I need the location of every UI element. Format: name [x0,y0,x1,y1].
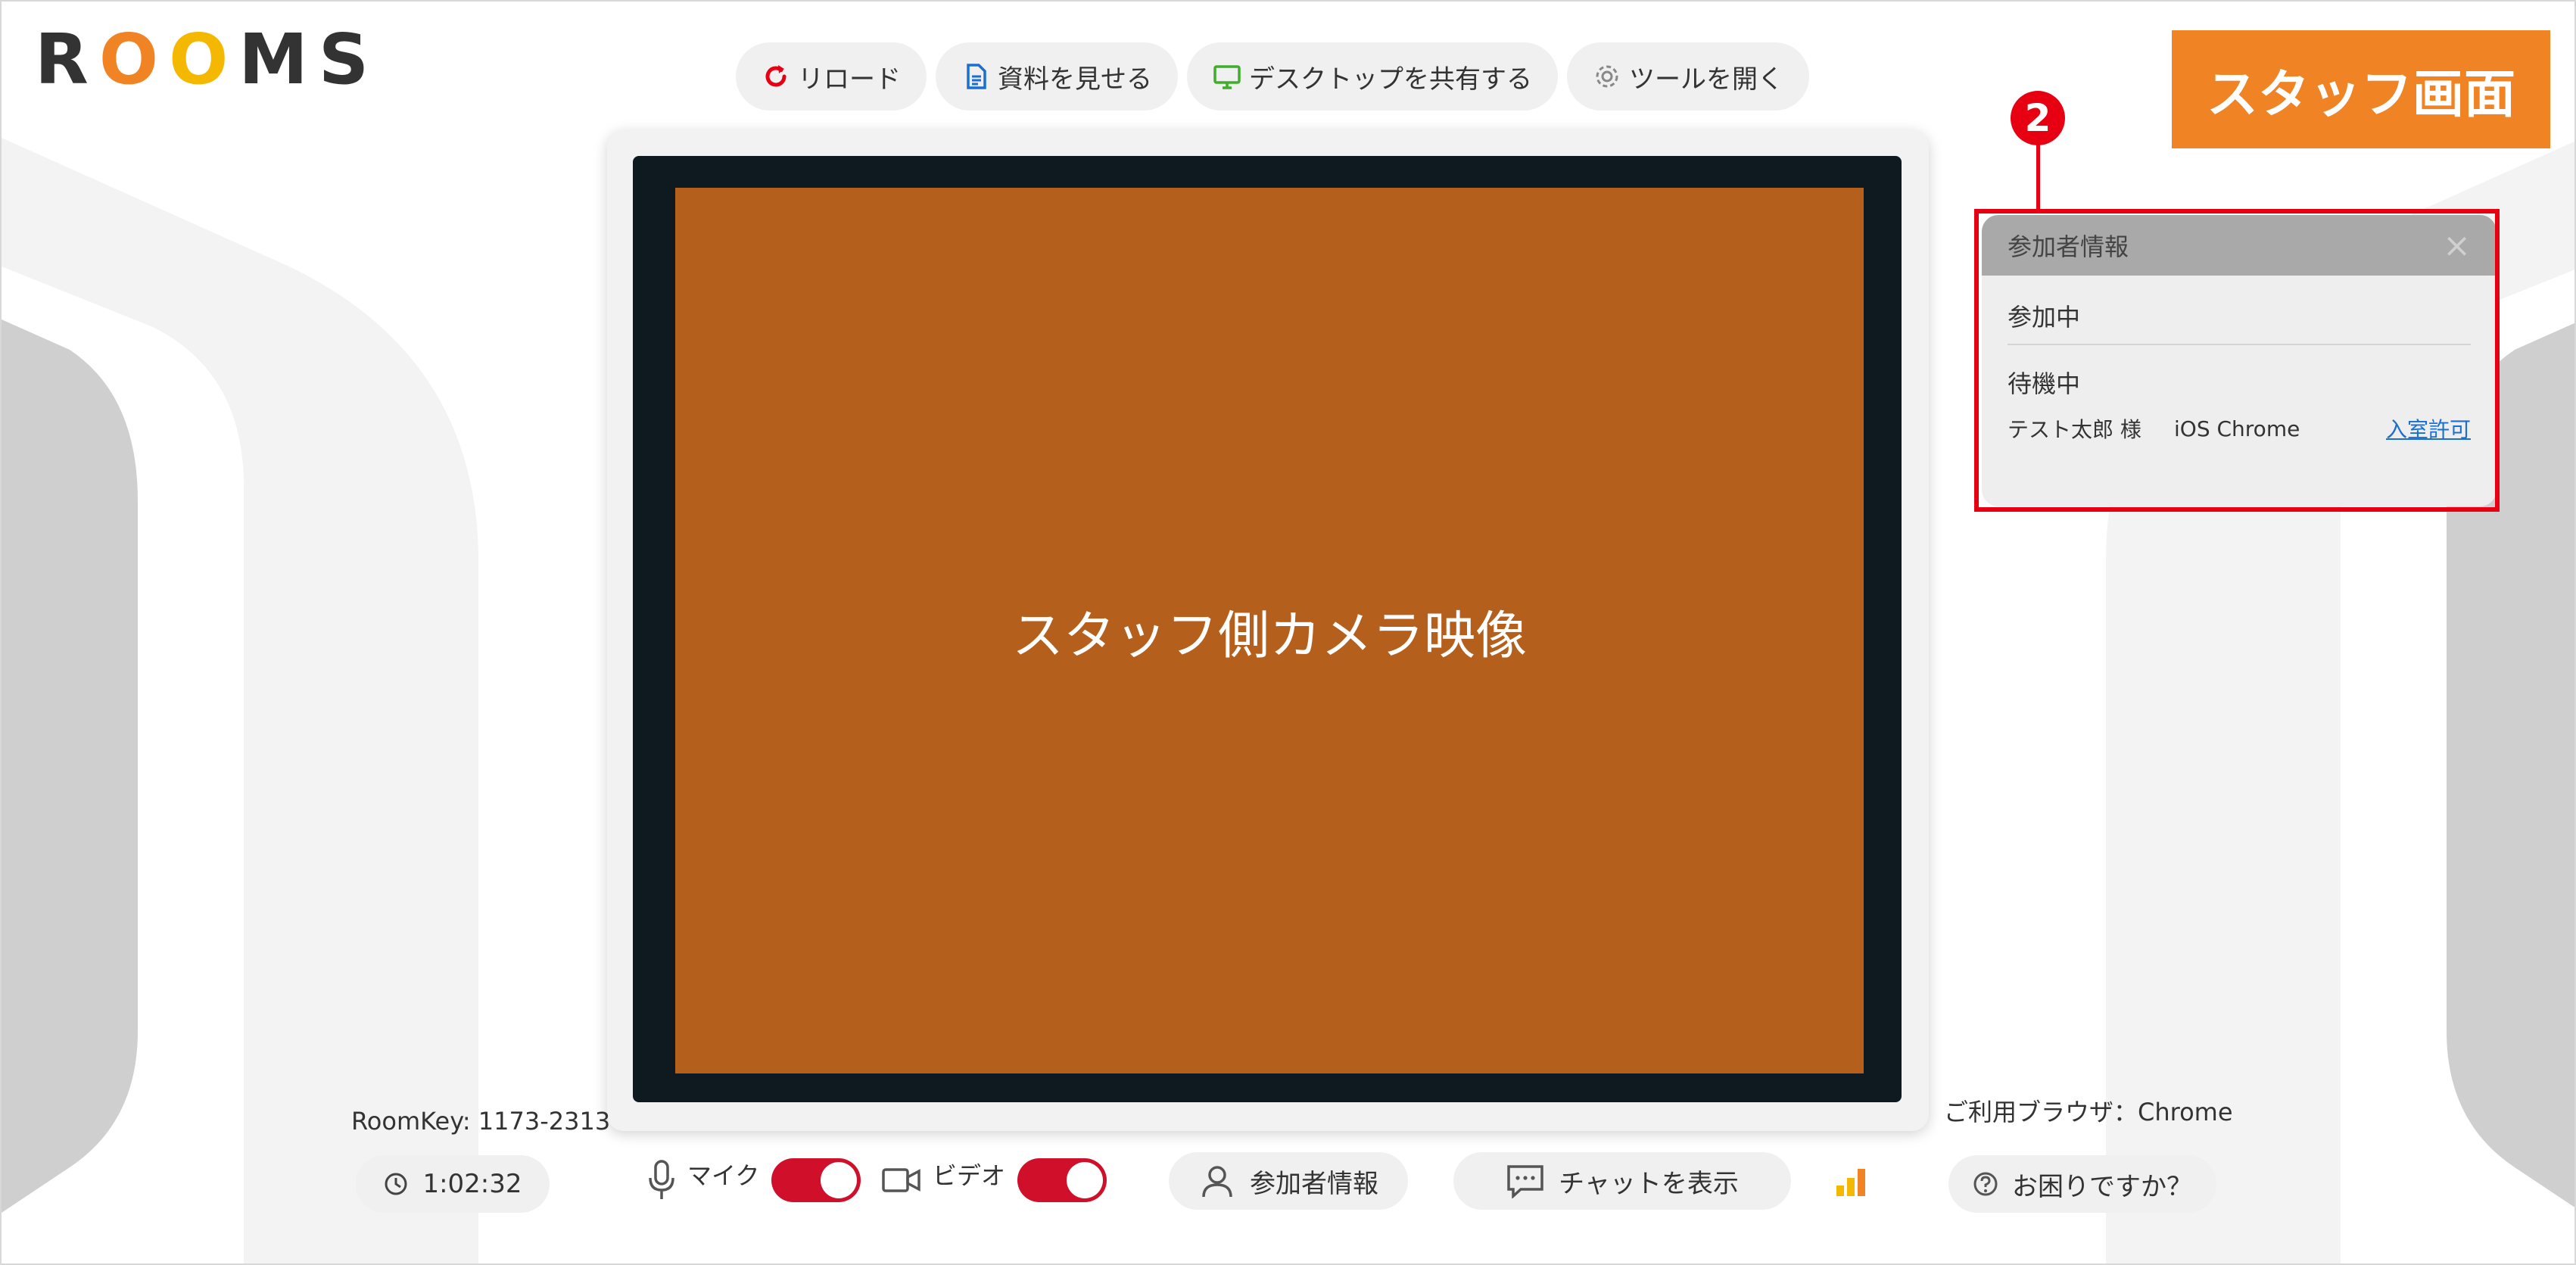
show-chat-button[interactable]: チャットを表示 [1453,1152,1791,1210]
annotation-highlight-box [1974,209,2500,512]
reload-icon [762,62,790,91]
show-chat-label: チャットを表示 [1559,1168,1739,1199]
microphone-icon [646,1160,677,1201]
signal-strength-icon [1835,1167,1867,1199]
mic-label: マイク [687,1161,760,1190]
chat-icon [1506,1164,1545,1198]
help-label: お困りですか？ [2012,1171,2192,1202]
logo-letter: O [169,19,235,100]
top-toolbar: リロード 資料を見せる デスクトップを共有する ツールを開く [736,42,1809,111]
logo-letter: M [238,19,314,100]
rooms-logo: R O O M S [35,19,375,100]
logo-letter: O [98,19,165,100]
staff-camera-video: スタッフ側カメラ映像 [675,188,1864,1073]
logo-letter: R [35,19,95,100]
person-icon [1198,1162,1236,1200]
monitor-icon [1213,62,1241,91]
video-toggle[interactable] [1017,1158,1107,1202]
gear-icon [1593,62,1621,91]
clock-icon [383,1171,409,1197]
document-icon [961,62,990,91]
bg-decoration-left [2,138,486,1263]
browser-info: ご利用ブラウザ：Chrome [1944,1098,2233,1126]
participants-button[interactable]: 参加者情報 [1169,1152,1408,1210]
app-window: R O O M S リロード 資料を見せる デスクトップを共有する ツールを開く… [0,0,2576,1265]
video-card: スタッフ側カメラ映像 [607,130,1929,1131]
mic-control: マイク [646,1158,861,1202]
elapsed-timer: 1:02:32 [356,1155,550,1213]
video-caption: スタッフ側カメラ映像 [1011,606,1527,666]
help-button[interactable]: お困りですか？ [1948,1155,2216,1213]
open-tools-button[interactable]: ツールを開く [1567,42,1809,111]
share-desktop-label: デスクトップを共有する [1249,64,1532,95]
reload-label: リロード [798,64,901,95]
timer-value: 1:02:32 [422,1169,522,1199]
share-desktop-button[interactable]: デスクトップを共有する [1187,42,1558,111]
participants-label: 参加者情報 [1250,1168,1378,1199]
annotation-line [2036,144,2040,212]
logo-letter: S [318,19,375,100]
mic-toggle[interactable] [771,1158,861,1202]
room-key: RoomKey: 1173-2313 [351,1107,611,1136]
video-label: ビデオ [933,1161,1006,1190]
staff-screen-label: スタッフ画面 [2172,30,2550,148]
reload-button[interactable]: リロード [736,42,927,111]
question-icon [1973,1171,1998,1197]
show-document-label: 資料を見せる [998,64,1152,95]
show-document-button[interactable]: 資料を見せる [936,42,1178,111]
annotation-number: 2 [2011,91,2065,145]
open-tools-label: ツールを開く [1629,64,1783,95]
camera-icon [881,1165,922,1195]
video-frame: スタッフ側カメラ映像 [633,156,1902,1102]
video-control: ビデオ [881,1158,1107,1202]
